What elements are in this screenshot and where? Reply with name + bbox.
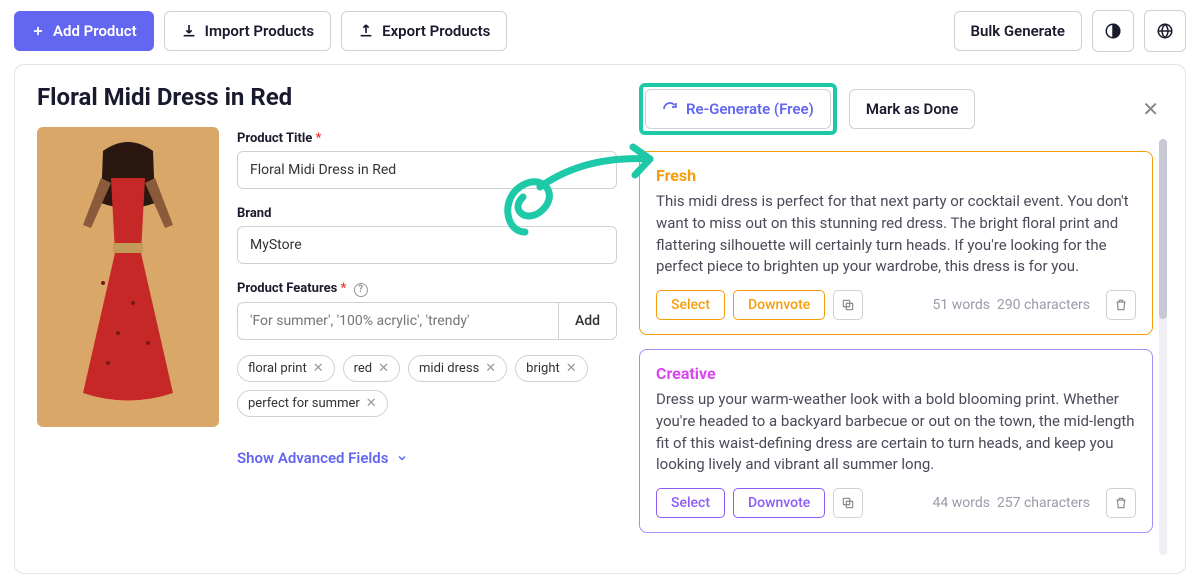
card-title: Fresh <box>656 166 1136 185</box>
trash-icon <box>1114 496 1128 510</box>
help-icon[interactable]: ? <box>354 283 368 297</box>
regenerate-button[interactable]: Re-Generate (Free) <box>645 89 831 129</box>
export-label: Export Products <box>382 22 490 40</box>
tag-remove-icon[interactable]: ✕ <box>566 361 577 376</box>
product-panel: Floral Midi Dress in Red Product Title *… <box>14 64 1186 574</box>
suggestion-card: Creative Dress up your warm-weather look… <box>639 349 1153 533</box>
copy-icon <box>841 298 855 312</box>
features-input[interactable] <box>237 302 559 340</box>
product-title-input[interactable] <box>237 151 617 189</box>
product-image <box>37 127 219 427</box>
add-feature-button[interactable]: Add <box>559 302 617 340</box>
word-count: 44 words 257 characters <box>932 495 1090 511</box>
downvote-button[interactable]: Downvote <box>733 488 825 518</box>
add-product-button[interactable]: Add Product <box>14 11 154 51</box>
suggestion-card: Fresh This midi dress is perfect for tha… <box>639 151 1153 335</box>
import-label: Import Products <box>205 22 315 40</box>
chevron-down-icon <box>396 452 408 464</box>
upload-icon <box>358 23 374 39</box>
copy-button[interactable] <box>833 488 863 518</box>
contrast-icon <box>1104 22 1122 40</box>
copy-button[interactable] <box>833 290 863 320</box>
feature-tag[interactable]: bright✕ <box>515 355 588 382</box>
regenerate-highlight: Re-Generate (Free) <box>639 83 837 135</box>
bulk-generate-button[interactable]: Bulk Generate <box>954 11 1083 51</box>
theme-toggle-button[interactable] <box>1092 10 1134 52</box>
product-title-label: Product Title * <box>237 131 617 146</box>
trash-icon <box>1114 298 1128 312</box>
download-icon <box>181 23 197 39</box>
globe-icon <box>1156 22 1174 40</box>
tag-remove-icon[interactable]: ✕ <box>378 361 389 376</box>
feature-tag[interactable]: floral print✕ <box>237 355 335 382</box>
select-button[interactable]: Select <box>656 290 725 320</box>
close-button[interactable]: ✕ <box>1138 93 1163 125</box>
card-text: Dress up your warm-weather look with a b… <box>656 389 1136 476</box>
page-title: Floral Midi Dress in Red <box>37 83 617 111</box>
plus-icon <box>31 24 45 38</box>
downvote-button[interactable]: Downvote <box>733 290 825 320</box>
tag-remove-icon[interactable]: ✕ <box>313 361 324 376</box>
copy-icon <box>841 496 855 510</box>
delete-button[interactable] <box>1106 488 1136 518</box>
brand-input[interactable] <box>237 226 617 264</box>
feature-tag[interactable]: red✕ <box>343 355 400 382</box>
features-label: Product Features * ? <box>237 281 617 297</box>
word-count: 51 words 290 characters <box>932 297 1090 313</box>
card-text: This midi dress is perfect for that next… <box>656 191 1136 278</box>
bulk-label: Bulk Generate <box>971 22 1066 40</box>
scrollbar[interactable] <box>1159 139 1167 555</box>
show-advanced-link[interactable]: Show Advanced Fields <box>237 449 617 467</box>
add-product-label: Add Product <box>53 22 137 40</box>
dress-illustration-icon <box>63 133 193 423</box>
feature-tag[interactable]: midi dress✕ <box>408 355 507 382</box>
language-button[interactable] <box>1144 10 1186 52</box>
export-products-button[interactable]: Export Products <box>341 11 507 51</box>
refresh-icon <box>662 101 678 117</box>
brand-label: Brand <box>237 206 617 221</box>
tag-remove-icon[interactable]: ✕ <box>485 361 496 376</box>
mark-done-button[interactable]: Mark as Done <box>849 89 975 129</box>
feature-tag[interactable]: perfect for summer✕ <box>237 390 388 417</box>
card-title: Creative <box>656 364 1136 383</box>
import-products-button[interactable]: Import Products <box>164 11 332 51</box>
select-button[interactable]: Select <box>656 488 725 518</box>
delete-button[interactable] <box>1106 290 1136 320</box>
tag-remove-icon[interactable]: ✕ <box>366 396 377 411</box>
